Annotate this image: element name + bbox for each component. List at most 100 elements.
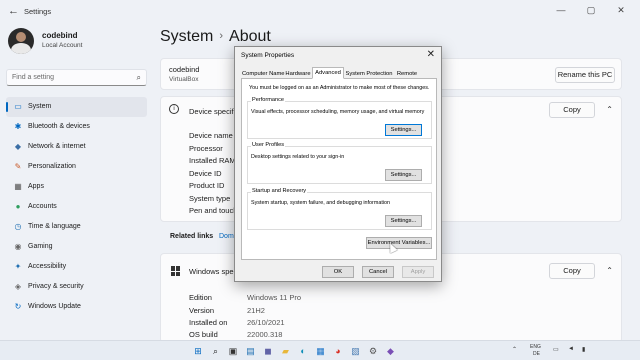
sidebar-item-privacy-security[interactable]: ◈ Privacy & security bbox=[6, 277, 147, 297]
performance-title: Performance bbox=[251, 97, 286, 103]
sidebar-item-label: Gaming bbox=[28, 243, 53, 250]
breadcrumb-separator: › bbox=[219, 30, 224, 42]
sidebar-icon: ↻ bbox=[14, 302, 22, 311]
spec-label-pen-touch: Pen and touch bbox=[189, 206, 238, 215]
maximize-button[interactable]: ▢ bbox=[578, 3, 604, 17]
user-profiles-title: User Profiles bbox=[251, 142, 286, 148]
dialog-close-button[interactable]: ✕ bbox=[427, 49, 435, 60]
sidebar-nav: ▭ System ✱ Bluetooth & devices ◆ Network & in… bbox=[6, 97, 147, 317]
minimize-button[interactable]: — bbox=[548, 3, 574, 17]
startup-recovery-title: Startup and Recovery bbox=[251, 188, 308, 194]
search-placeholder: Find a setting bbox=[12, 74, 55, 81]
rename-pc-button[interactable]: Rename this PC bbox=[555, 67, 615, 83]
sidebar-icon: ▭ bbox=[14, 102, 22, 111]
sidebar-item-accessibility[interactable]: ✦ Accessibility bbox=[6, 257, 147, 277]
close-button[interactable]: ✕ bbox=[608, 3, 634, 17]
advanced-tab-panel: You must be logged on as an Administrato… bbox=[241, 78, 437, 260]
sidebar-item-accounts[interactable]: ● Accounts bbox=[6, 197, 147, 217]
device-name: codebind bbox=[169, 65, 200, 74]
sidebar-item-windows-update[interactable]: ↻ Windows Update bbox=[6, 297, 147, 317]
edge-icon[interactable]: ◐ bbox=[297, 345, 309, 357]
language-indicator-top[interactable]: ENG bbox=[530, 344, 541, 350]
sidebar-icon: ● bbox=[15, 202, 21, 211]
volume-icon[interactable]: ◄ bbox=[568, 346, 574, 352]
sidebar-item-label: Accounts bbox=[28, 203, 57, 210]
spec-label-product-id: Product ID bbox=[189, 181, 225, 190]
apply-button[interactable]: Apply bbox=[402, 266, 434, 278]
sidebar-item-label: Accessibility bbox=[28, 263, 67, 270]
spec-label-installed-on: Installed on bbox=[189, 318, 228, 327]
settings-icon[interactable]: ⚙ bbox=[367, 345, 379, 357]
network-icon[interactable]: ▭ bbox=[553, 346, 559, 353]
sidebar-item-label: Personalization bbox=[28, 163, 76, 170]
chevron-up-icon[interactable]: ⌃ bbox=[606, 266, 613, 275]
chrome-icon[interactable]: ◕ bbox=[332, 345, 344, 357]
sidebar-item-bluetooth-devices[interactable]: ✱ Bluetooth & devices bbox=[6, 117, 147, 137]
device-model: VirtualBox bbox=[169, 76, 199, 83]
control-panel-icon[interactable]: ▧ bbox=[350, 345, 362, 357]
cancel-button[interactable]: Cancel bbox=[362, 266, 394, 278]
environment-variables-button[interactable]: Environment Variables... bbox=[366, 237, 432, 249]
spec-label-os-build: OS build bbox=[189, 330, 218, 339]
system-properties-dialog: System Properties ✕ Computer Name Hardwa… bbox=[234, 46, 442, 282]
spec-label-device-id: Device ID bbox=[189, 169, 222, 178]
performance-description: Visual effects, processor scheduling, me… bbox=[251, 109, 425, 115]
spec-value-installed-on: 26/10/2021 bbox=[247, 318, 285, 327]
widgets-icon[interactable]: ▤ bbox=[245, 345, 257, 357]
sidebar-icon: ✎ bbox=[14, 162, 22, 171]
copy-windows-specs-button[interactable]: Copy bbox=[549, 263, 595, 279]
spec-label-processor: Processor bbox=[189, 144, 223, 153]
user-profiles-settings-button[interactable]: Settings... bbox=[385, 169, 422, 181]
sidebar-item-time-language[interactable]: ◷ Time & language bbox=[6, 217, 147, 237]
sidebar-item-label: Windows Update bbox=[28, 303, 81, 310]
related-links-label: Related links bbox=[170, 233, 214, 240]
user-profiles-group: User Profiles Desktop settings related t… bbox=[247, 142, 432, 184]
spec-label-edition: Edition bbox=[189, 293, 212, 302]
copy-device-specs-button[interactable]: Copy bbox=[549, 102, 595, 118]
task-view-icon[interactable]: ▣ bbox=[227, 345, 239, 357]
dialog-title: System Properties bbox=[241, 52, 295, 59]
start-icon[interactable]: ⊞ bbox=[192, 345, 204, 357]
sidebar-item-label: Time & language bbox=[28, 223, 81, 230]
startup-recovery-settings-button[interactable]: Settings... bbox=[385, 215, 422, 227]
page-title: About bbox=[229, 28, 271, 45]
chat-icon[interactable]: ◼ bbox=[262, 345, 274, 357]
windows-specs-title: Windows speci bbox=[189, 267, 240, 276]
window-title: Settings bbox=[24, 7, 52, 16]
user-name: codebind bbox=[42, 31, 78, 40]
chevron-up-icon[interactable]: ⌃ bbox=[606, 105, 613, 114]
sidebar-item-label: Apps bbox=[28, 183, 44, 190]
performance-group: Performance Visual effects, processor sc… bbox=[247, 97, 432, 139]
sidebar-item-label: Privacy & security bbox=[28, 283, 84, 290]
breadcrumb-system[interactable]: System bbox=[160, 28, 213, 45]
store-icon[interactable]: ▦ bbox=[315, 345, 327, 357]
sidebar-item-apps[interactable]: ▦ Apps bbox=[6, 177, 147, 197]
tab-advanced[interactable]: Advanced bbox=[312, 67, 344, 79]
sidebar-item-gaming[interactable]: ◉ Gaming bbox=[6, 237, 147, 257]
sidebar-icon: ✱ bbox=[14, 122, 22, 131]
title-bar: ← Settings — ▢ ✕ bbox=[0, 0, 640, 22]
tray-chevron-icon[interactable]: ⌃ bbox=[512, 346, 517, 353]
back-arrow-icon[interactable]: ← bbox=[8, 5, 19, 17]
sidebar-item-personalization[interactable]: ✎ Personalization bbox=[6, 157, 147, 177]
user-profiles-description: Desktop settings related to your sign-in bbox=[251, 154, 345, 160]
avatar bbox=[8, 28, 34, 54]
sidebar-item-network-internet[interactable]: ◆ Network & internet bbox=[6, 137, 147, 157]
file-explorer-icon[interactable]: ▰ bbox=[280, 345, 292, 357]
account-type: Local Account bbox=[42, 42, 83, 49]
sidebar-icon: ◆ bbox=[14, 142, 22, 151]
sidebar-item-label: System bbox=[28, 103, 52, 110]
search-input[interactable]: Find a setting ⌕ bbox=[6, 69, 147, 86]
ok-button[interactable]: OK bbox=[322, 266, 354, 278]
search-icon[interactable]: ⌕ bbox=[210, 345, 222, 357]
battery-icon[interactable]: ▮ bbox=[582, 346, 585, 353]
performance-settings-button[interactable]: Settings... bbox=[385, 124, 422, 136]
app-icon[interactable]: ◆ bbox=[385, 345, 397, 357]
spec-label-device-name: Device name bbox=[189, 131, 233, 140]
sidebar-item-system[interactable]: ▭ System bbox=[6, 97, 147, 117]
windows-logo-icon bbox=[171, 266, 181, 276]
language-indicator-bottom[interactable]: DE bbox=[533, 351, 540, 357]
sidebar-item-label: Network & internet bbox=[28, 143, 86, 150]
taskbar: ⌃ ENG DE ▭ ◄ ▮ ⊞ ⌕ ▣ ▤ ◼ ▰ ◐ ▦ ◕ ▧ ⚙ ◆ bbox=[0, 340, 640, 360]
breadcrumb: System › About bbox=[160, 28, 271, 46]
